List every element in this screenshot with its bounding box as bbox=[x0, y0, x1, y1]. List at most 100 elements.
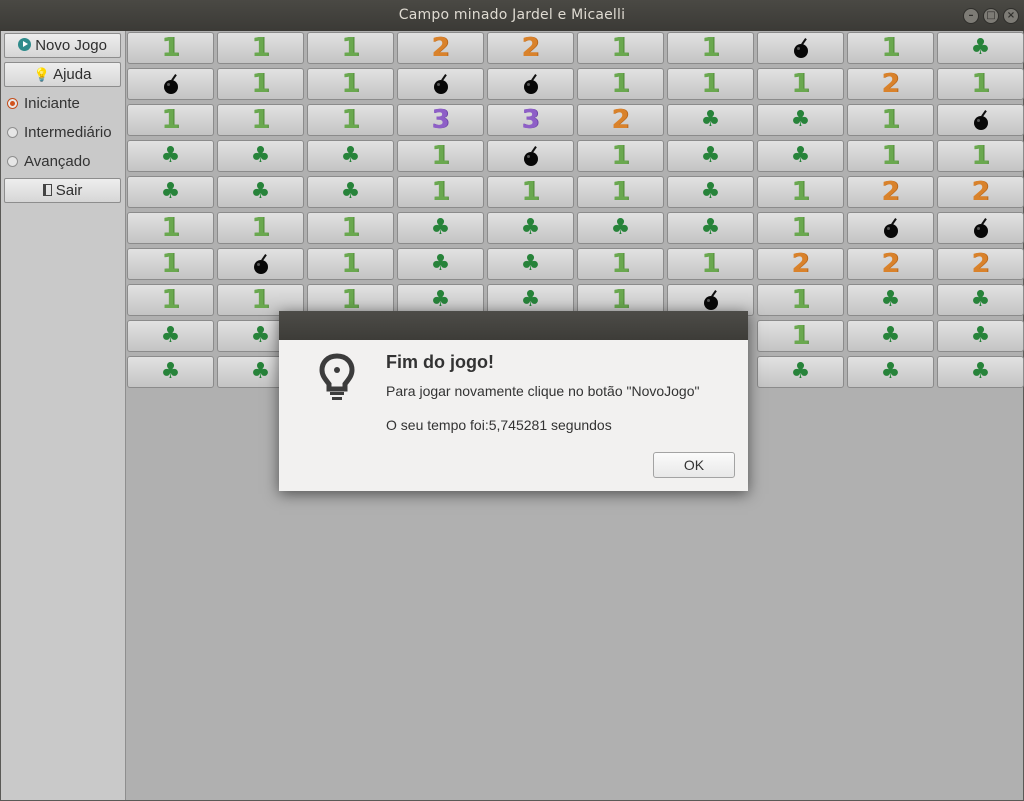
close-icon[interactable]: × bbox=[1003, 8, 1019, 24]
board-cell[interactable]: ♣ bbox=[397, 212, 484, 244]
ok-button[interactable]: OK bbox=[653, 452, 735, 478]
board-cell[interactable]: 1 bbox=[577, 176, 664, 208]
board-cell[interactable]: ♣ bbox=[757, 356, 844, 388]
board-cell[interactable]: ♣ bbox=[847, 356, 934, 388]
board-cell[interactable]: ♣ bbox=[667, 212, 754, 244]
board-cell[interactable]: 1 bbox=[307, 248, 394, 280]
board-cell[interactable]: 1 bbox=[757, 212, 844, 244]
board-cell[interactable]: ♣ bbox=[937, 320, 1024, 352]
board-cell[interactable]: 1 bbox=[127, 212, 214, 244]
board-cell[interactable]: 1 bbox=[847, 140, 934, 172]
board-cell[interactable]: ♣ bbox=[937, 284, 1024, 316]
board-cell[interactable]: ♣ bbox=[487, 212, 574, 244]
board-cell[interactable]: ♣ bbox=[487, 248, 574, 280]
board-cell[interactable]: ♣ bbox=[217, 176, 304, 208]
board-cell[interactable]: 2 bbox=[577, 104, 664, 136]
board-cell[interactable]: 1 bbox=[847, 104, 934, 136]
board-cell[interactable] bbox=[127, 68, 214, 100]
board-cell[interactable] bbox=[397, 68, 484, 100]
board-cell[interactable]: ♣ bbox=[667, 140, 754, 172]
board-cell[interactable]: 1 bbox=[937, 140, 1024, 172]
maximize-icon[interactable]: □ bbox=[983, 8, 999, 24]
board-cell[interactable]: 2 bbox=[937, 176, 1024, 208]
board-cell[interactable]: 1 bbox=[217, 32, 304, 64]
board-cell[interactable]: 1 bbox=[577, 248, 664, 280]
board-cell[interactable]: 1 bbox=[307, 212, 394, 244]
board-cell[interactable]: 3 bbox=[397, 104, 484, 136]
board-cell[interactable]: 1 bbox=[577, 68, 664, 100]
board-cell[interactable]: 1 bbox=[667, 32, 754, 64]
board-cell[interactable]: 1 bbox=[217, 104, 304, 136]
level-option-iniciante[interactable]: Iniciante bbox=[7, 94, 80, 114]
board-cell[interactable]: ♣ bbox=[127, 140, 214, 172]
board-cell[interactable] bbox=[487, 68, 574, 100]
board-cell[interactable]: 1 bbox=[307, 104, 394, 136]
board-cell[interactable]: 1 bbox=[757, 320, 844, 352]
board-cell[interactable]: 1 bbox=[487, 176, 574, 208]
board-cell[interactable]: 1 bbox=[577, 32, 664, 64]
new-game-button[interactable]: Novo Jogo bbox=[4, 33, 121, 58]
clover-icon: ♣ bbox=[340, 179, 361, 204]
board-cell[interactable]: ♣ bbox=[667, 104, 754, 136]
level-option-avancado[interactable]: Avançado bbox=[7, 152, 90, 172]
board-cell[interactable]: ♣ bbox=[667, 176, 754, 208]
board-cell[interactable]: 1 bbox=[757, 284, 844, 316]
board-cell[interactable]: ♣ bbox=[307, 140, 394, 172]
level-label: Iniciante bbox=[24, 95, 80, 112]
cell-number: 3 bbox=[521, 105, 540, 135]
board-cell[interactable]: ♣ bbox=[127, 356, 214, 388]
board-cell[interactable]: ♣ bbox=[847, 284, 934, 316]
board-cell[interactable]: 1 bbox=[307, 68, 394, 100]
board-cell[interactable]: 1 bbox=[757, 176, 844, 208]
board-cell[interactable]: ♣ bbox=[937, 356, 1024, 388]
board-cell[interactable]: 2 bbox=[847, 248, 934, 280]
board-cell[interactable]: ♣ bbox=[757, 104, 844, 136]
board-cell[interactable]: ♣ bbox=[127, 320, 214, 352]
board-cell[interactable] bbox=[757, 32, 844, 64]
board-cell[interactable]: 1 bbox=[127, 104, 214, 136]
cell-number: 1 bbox=[341, 213, 360, 243]
board-cell[interactable]: 2 bbox=[397, 32, 484, 64]
board-cell[interactable]: 1 bbox=[127, 284, 214, 316]
board-cell[interactable] bbox=[937, 104, 1024, 136]
board-cell[interactable]: ♣ bbox=[757, 140, 844, 172]
board-cell[interactable]: ♣ bbox=[577, 212, 664, 244]
dialog-time: O seu tempo foi:5,745281 segundos bbox=[386, 417, 612, 433]
board-cell[interactable]: 1 bbox=[937, 68, 1024, 100]
board-cell[interactable]: 2 bbox=[487, 32, 574, 64]
board-cell[interactable]: 2 bbox=[757, 248, 844, 280]
board-cell[interactable]: 1 bbox=[397, 140, 484, 172]
exit-button[interactable]: Sair bbox=[4, 178, 121, 203]
board-cell[interactable]: 1 bbox=[127, 32, 214, 64]
new-game-label: Novo Jogo bbox=[35, 37, 107, 54]
board-cell[interactable]: 1 bbox=[217, 212, 304, 244]
cell-number: 1 bbox=[971, 141, 990, 171]
minimize-icon[interactable]: – bbox=[963, 8, 979, 24]
board-cell[interactable]: 1 bbox=[577, 140, 664, 172]
board-cell[interactable]: 1 bbox=[757, 68, 844, 100]
board-cell[interactable] bbox=[937, 212, 1024, 244]
board-cell[interactable]: 1 bbox=[847, 32, 934, 64]
help-button[interactable]: 💡 Ajuda bbox=[4, 62, 121, 87]
board-cell[interactable]: 3 bbox=[487, 104, 574, 136]
board-cell[interactable]: 1 bbox=[217, 68, 304, 100]
board-cell[interactable]: 1 bbox=[397, 176, 484, 208]
board-cell[interactable]: ♣ bbox=[847, 320, 934, 352]
board-cell[interactable]: ♣ bbox=[127, 176, 214, 208]
board-cell[interactable]: 1 bbox=[667, 68, 754, 100]
level-option-intermediario[interactable]: Intermediário bbox=[7, 123, 112, 143]
board-cell[interactable]: ♣ bbox=[307, 176, 394, 208]
board-cell[interactable]: 1 bbox=[127, 248, 214, 280]
board-cell[interactable]: ♣ bbox=[397, 248, 484, 280]
board-cell[interactable]: 2 bbox=[847, 176, 934, 208]
board-cell[interactable]: ♣ bbox=[217, 140, 304, 172]
board-cell[interactable]: 1 bbox=[307, 32, 394, 64]
board-cell[interactable]: ♣ bbox=[937, 32, 1024, 64]
board-cell[interactable] bbox=[217, 248, 304, 280]
board-cell[interactable] bbox=[487, 140, 574, 172]
clover-icon: ♣ bbox=[790, 143, 811, 168]
board-cell[interactable] bbox=[847, 212, 934, 244]
board-cell[interactable]: 2 bbox=[937, 248, 1024, 280]
board-cell[interactable]: 1 bbox=[667, 248, 754, 280]
board-cell[interactable]: 2 bbox=[847, 68, 934, 100]
